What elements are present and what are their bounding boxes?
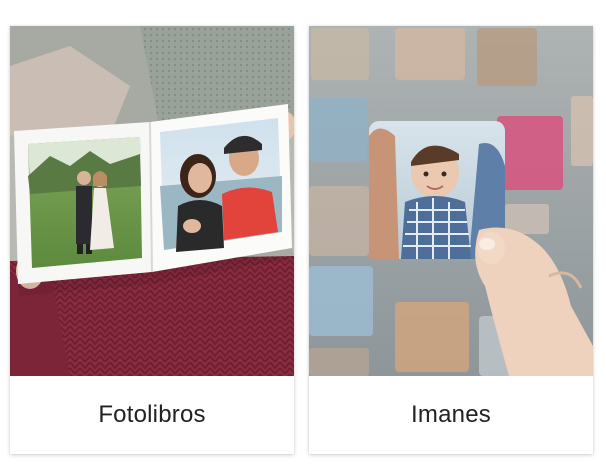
product-label-fotolibros[interactable]: Fotolibros: [10, 376, 294, 454]
product-category-grid: Fotolibros Imanes: [0, 0, 606, 474]
photobook-image[interactable]: [10, 26, 294, 376]
product-label-imanes[interactable]: Imanes: [309, 376, 593, 454]
product-card-imanes[interactable]: Imanes: [309, 26, 593, 454]
magnet-image[interactable]: [309, 26, 593, 376]
product-card-fotolibros[interactable]: Fotolibros: [10, 26, 294, 454]
